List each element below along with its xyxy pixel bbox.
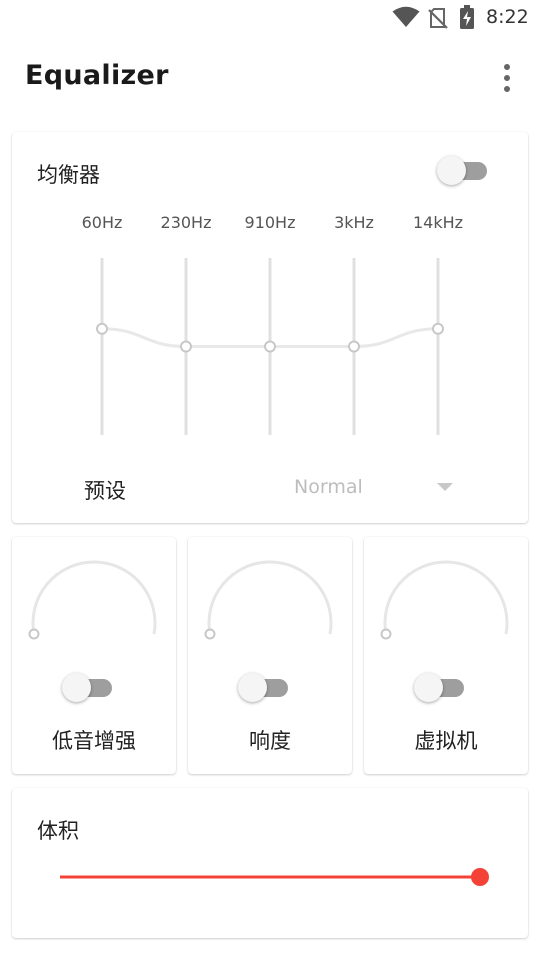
band-slider-thumb[interactable] [432, 322, 444, 335]
wifi-icon [392, 6, 420, 27]
bass-boost-knob[interactable] [12, 537, 176, 657]
band-slider-thumb[interactable] [96, 322, 108, 335]
dropdown-arrow-icon[interactable] [437, 483, 453, 492]
loudness-card: 响度 [188, 537, 352, 774]
band-slider-thumb[interactable] [264, 340, 276, 353]
status-bar: 8:22 [0, 0, 540, 36]
virtualizer-switch[interactable] [414, 671, 466, 703]
preset-dropdown[interactable]: Normal [294, 476, 363, 498]
virtualizer-card: 虚拟机 [364, 537, 528, 774]
band-slider-thumb[interactable] [348, 340, 360, 353]
switch-thumb [238, 673, 267, 702]
switch-thumb [414, 673, 443, 702]
equalizer-bands [96, 258, 444, 435]
band-slider-thumb[interactable] [180, 340, 192, 353]
bass-boost-switch[interactable] [62, 671, 114, 703]
bass-boost-label: 低音增强 [52, 729, 136, 753]
more-vert-icon[interactable] [497, 62, 517, 94]
virtualizer-knob[interactable] [364, 537, 528, 657]
loudness-knob[interactable] [188, 537, 352, 657]
volume-card: 体积 [12, 788, 528, 938]
volume-thumb [471, 868, 489, 886]
status-time: 8:22 [486, 6, 529, 28]
page-title: Equalizer [25, 60, 169, 91]
loudness-switch[interactable] [238, 671, 290, 703]
preset-label: 预设 [84, 479, 126, 503]
no-sim-icon [428, 8, 448, 29]
bass-boost-card: 低音增强 [12, 537, 176, 774]
switch-thumb [62, 673, 91, 702]
battery-charging-icon [460, 5, 474, 29]
equalizer-card: 均衡器 60Hz 230Hz 910Hz 3kHz 14kHz 预设 Norma… [12, 132, 528, 523]
volume-slider[interactable] [12, 788, 528, 938]
loudness-label: 响度 [249, 729, 291, 753]
virtualizer-label: 虚拟机 [414, 729, 478, 753]
